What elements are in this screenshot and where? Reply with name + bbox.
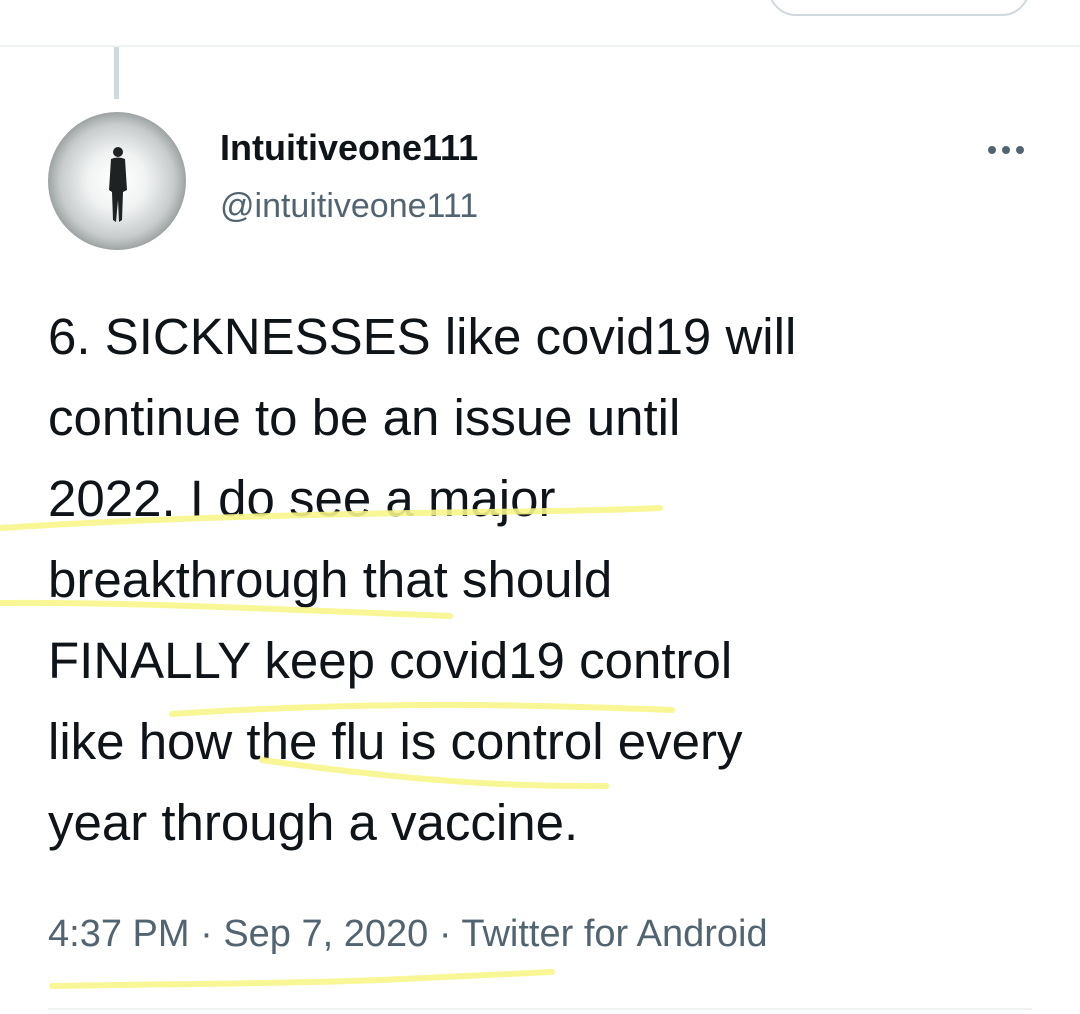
display-name[interactable]: Intuitiveone111 (220, 126, 478, 170)
divider (48, 1008, 1032, 1010)
more-horizontal-icon (988, 146, 1024, 154)
tweet-metadata: 4:37 PM · Sep 7, 2020 · Twitter for Andr… (48, 910, 768, 958)
divider (0, 45, 1080, 47)
tweet-time[interactable]: 4:37 PM (48, 913, 190, 955)
tweet-text: 6. SICKNESSES like covid19 will continue… (48, 308, 797, 851)
highlight-stroke (49, 969, 555, 989)
tweet-date[interactable]: Sep 7, 2020 (223, 913, 428, 955)
follow-button[interactable] (768, 0, 1030, 16)
avatar-silhouette-icon (109, 147, 127, 222)
meta-separator: · (438, 913, 452, 955)
user-handle[interactable]: @intuitiveone111 (220, 184, 478, 228)
avatar[interactable] (48, 112, 186, 250)
tweet-source-link[interactable]: Twitter for Android (461, 913, 767, 955)
meta-separator: · (200, 913, 213, 955)
thread-connector-line (114, 47, 119, 99)
more-options-button[interactable] (978, 130, 1034, 170)
